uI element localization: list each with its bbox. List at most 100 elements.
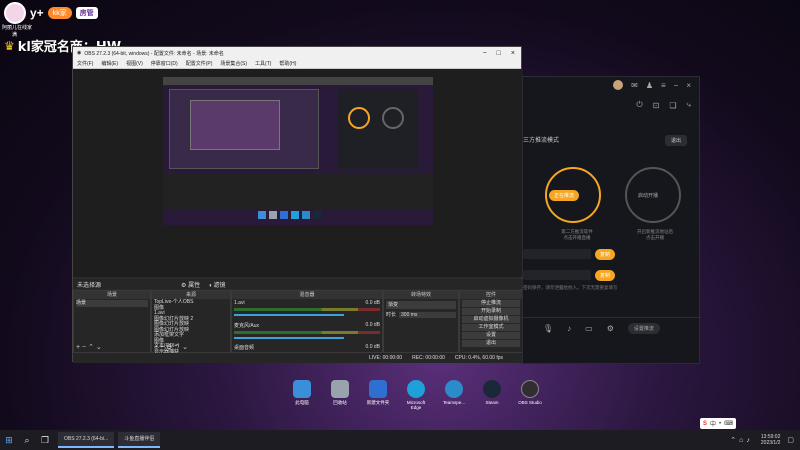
nested-titlebar [163, 77, 433, 85]
stream-settings-button[interactable]: 设置推流 [627, 323, 660, 334]
desktop-icon-steam[interactable]: Steam [478, 380, 506, 410]
copy-server-button[interactable]: 复制 [595, 249, 616, 260]
task-view-icon[interactable]: ❐ [36, 430, 54, 450]
desktop-icon-teamspeak[interactable]: Teamspe... [440, 380, 468, 410]
chevron-up-icon[interactable]: ⌃ [730, 436, 736, 444]
gear-icon[interactable]: ⚙ [607, 324, 614, 333]
copy-key-button[interactable]: 复制 [595, 270, 616, 281]
menu-help[interactable]: 帮助(H) [279, 60, 296, 67]
menu-profile[interactable]: 配置文件(P) [186, 60, 213, 67]
menu-file[interactable]: 文件(F) [77, 60, 93, 67]
streaming-pill[interactable]: 正在推流 [549, 190, 580, 201]
sources-dock: 来源 TopLive-个人OBS 图像 1.avi 图像幻灯片放映 2 图像幻灯… [151, 290, 231, 354]
server-field[interactable] [523, 249, 591, 259]
start-icon[interactable]: ⊞ [0, 430, 18, 450]
mixer-header: 混音器 [232, 291, 382, 299]
close-icon[interactable]: × [511, 50, 515, 57]
move-up-icon[interactable]: ⌃ [88, 344, 94, 351]
menu-icon[interactable]: ≡ [661, 81, 666, 90]
preview-area[interactable] [73, 69, 523, 277]
desktop-icon-obs[interactable]: OBS Studio [516, 380, 544, 410]
share-icon[interactable]: ⤷ [687, 100, 691, 110]
status-badge: kk家 [47, 7, 72, 19]
menu-scene-collection[interactable]: 场景集合(S) [220, 60, 247, 67]
shirt-icon[interactable]: ♟ [646, 81, 653, 90]
exit-mode-button[interactable]: 退出 [664, 135, 687, 146]
properties-button[interactable]: ⚙ 属性 [181, 280, 200, 289]
maximize-icon[interactable]: □ [497, 50, 501, 57]
user-avatar[interactable] [613, 80, 624, 90]
remove-icon[interactable]: − [160, 344, 164, 351]
studio-mode-button[interactable]: 工作室模式 [462, 324, 520, 331]
live-time: LIVE: 00:00:00 [369, 355, 403, 361]
hint-text: 密码保存，请勿泄露给他人。下次无需重复填写 [523, 285, 618, 290]
scenes-header: 场景 [74, 291, 150, 299]
sources-header: 来源 [152, 291, 230, 299]
duration-input[interactable]: 300 ms [399, 311, 456, 318]
gift-icon[interactable]: ❏ [669, 101, 676, 110]
add-icon[interactable]: + [154, 344, 158, 351]
ime-language[interactable]: 中 [710, 419, 716, 428]
power-icon[interactable]: ⏻ [636, 100, 642, 110]
close-icon[interactable]: × [686, 81, 691, 90]
minimize-icon[interactable]: − [483, 50, 487, 57]
volume-icon[interactable]: ♪ [746, 437, 750, 444]
notification-icon[interactable]: ▢ [787, 436, 794, 444]
system-tray: ⌃ ⌂ ♪ 13:59:02 2023/1/2 ▢ [730, 434, 800, 446]
search-icon[interactable]: ⌕ [18, 430, 36, 450]
overlay-caption: 阿丽儿在线家 [2, 25, 33, 31]
key-field[interactable] [523, 270, 591, 280]
crown-icon: ♛ [4, 38, 15, 53]
punctuation-icon[interactable]: • [719, 421, 721, 427]
exit-button[interactable]: 退出 [462, 340, 520, 347]
start-pill[interactable]: 启动开播 [633, 190, 663, 201]
taskbar-item-obs[interactable]: OBS 27.2.3 (64-bi... [58, 432, 115, 448]
move-down-icon[interactable]: ⌄ [182, 344, 188, 351]
camera-icon[interactable]: ▭ [585, 324, 593, 333]
desktop-icon-this-pc[interactable]: 此电脑 [288, 380, 316, 410]
volume-slider[interactable] [234, 337, 344, 339]
mail-icon[interactable]: ✉ [631, 81, 638, 90]
controls-header: 控件 [460, 291, 522, 299]
desktop-icon-new-folder[interactable]: 新建文件夹 [364, 380, 392, 410]
minimize-icon[interactable]: − [674, 81, 679, 90]
source-status-bar: 未选择源 ⚙ 属性 ◑ 滤镜 [73, 279, 523, 289]
network-icon[interactable]: ⌂ [739, 437, 743, 444]
start-recording-button[interactable]: 开始录制 [462, 308, 520, 315]
lock-icon[interactable]: ⊡ [653, 101, 660, 110]
speaker-icon[interactable]: ♪ [567, 324, 571, 333]
settings-button[interactable]: 设置 [462, 332, 520, 339]
move-up-icon[interactable]: ⌃ [174, 344, 180, 351]
chat-header: y+ kk家 房管 [4, 2, 98, 24]
nested-desktop-icons [258, 211, 338, 221]
desktop-icon-recycle-bin[interactable]: 回收站 [326, 380, 354, 410]
filters-button[interactable]: ◑ 滤镜 [208, 280, 225, 289]
gear-icon[interactable]: ⚙ [166, 344, 172, 351]
volume-slider[interactable] [234, 314, 344, 316]
virtual-camera-button[interactable]: 启动虚拟摄像机 [462, 316, 520, 323]
move-down-icon[interactable]: ⌄ [96, 344, 102, 351]
transitions-header: 转场特效 [384, 291, 458, 299]
volume-meter [234, 331, 380, 334]
ime-toolbar[interactable]: S 中 • ⌨ [700, 418, 736, 429]
remove-icon[interactable]: − [82, 344, 86, 351]
cpu-fps: CPU: 0.4%, 60.00 fps [454, 355, 503, 361]
scenes-toolbar: + − ⌃ ⌄ [74, 343, 150, 352]
keyboard-icon[interactable]: ⌨ [724, 420, 733, 427]
clock[interactable]: 13:59:02 2023/1/2 [761, 434, 780, 446]
taskbar-item-douyu[interactable]: 斗鱼直播伴侣 [118, 432, 161, 448]
menu-docks[interactable]: 停靠窗口(D) [151, 60, 178, 67]
add-icon[interactable]: + [76, 344, 80, 351]
desktop-icon-edge[interactable]: Microsoft Edge [402, 380, 430, 410]
role-badge: 房管 [75, 7, 98, 19]
scene-item[interactable]: 场景 [76, 300, 148, 307]
left-caption: 第二方推流软件 点击开播直播 [561, 229, 593, 240]
menu-edit[interactable]: 编辑(E) [101, 60, 118, 67]
preview-canvas[interactable] [163, 77, 433, 225]
nested-ring-2 [382, 107, 404, 129]
menu-tools[interactable]: 工具(T) [255, 60, 271, 67]
menu-view[interactable]: 视图(V) [126, 60, 143, 67]
stop-streaming-button[interactable]: 停止推流 [462, 300, 520, 307]
mic-icon[interactable]: 🎙 [543, 324, 553, 333]
transition-select[interactable]: 渐变 [386, 301, 456, 309]
